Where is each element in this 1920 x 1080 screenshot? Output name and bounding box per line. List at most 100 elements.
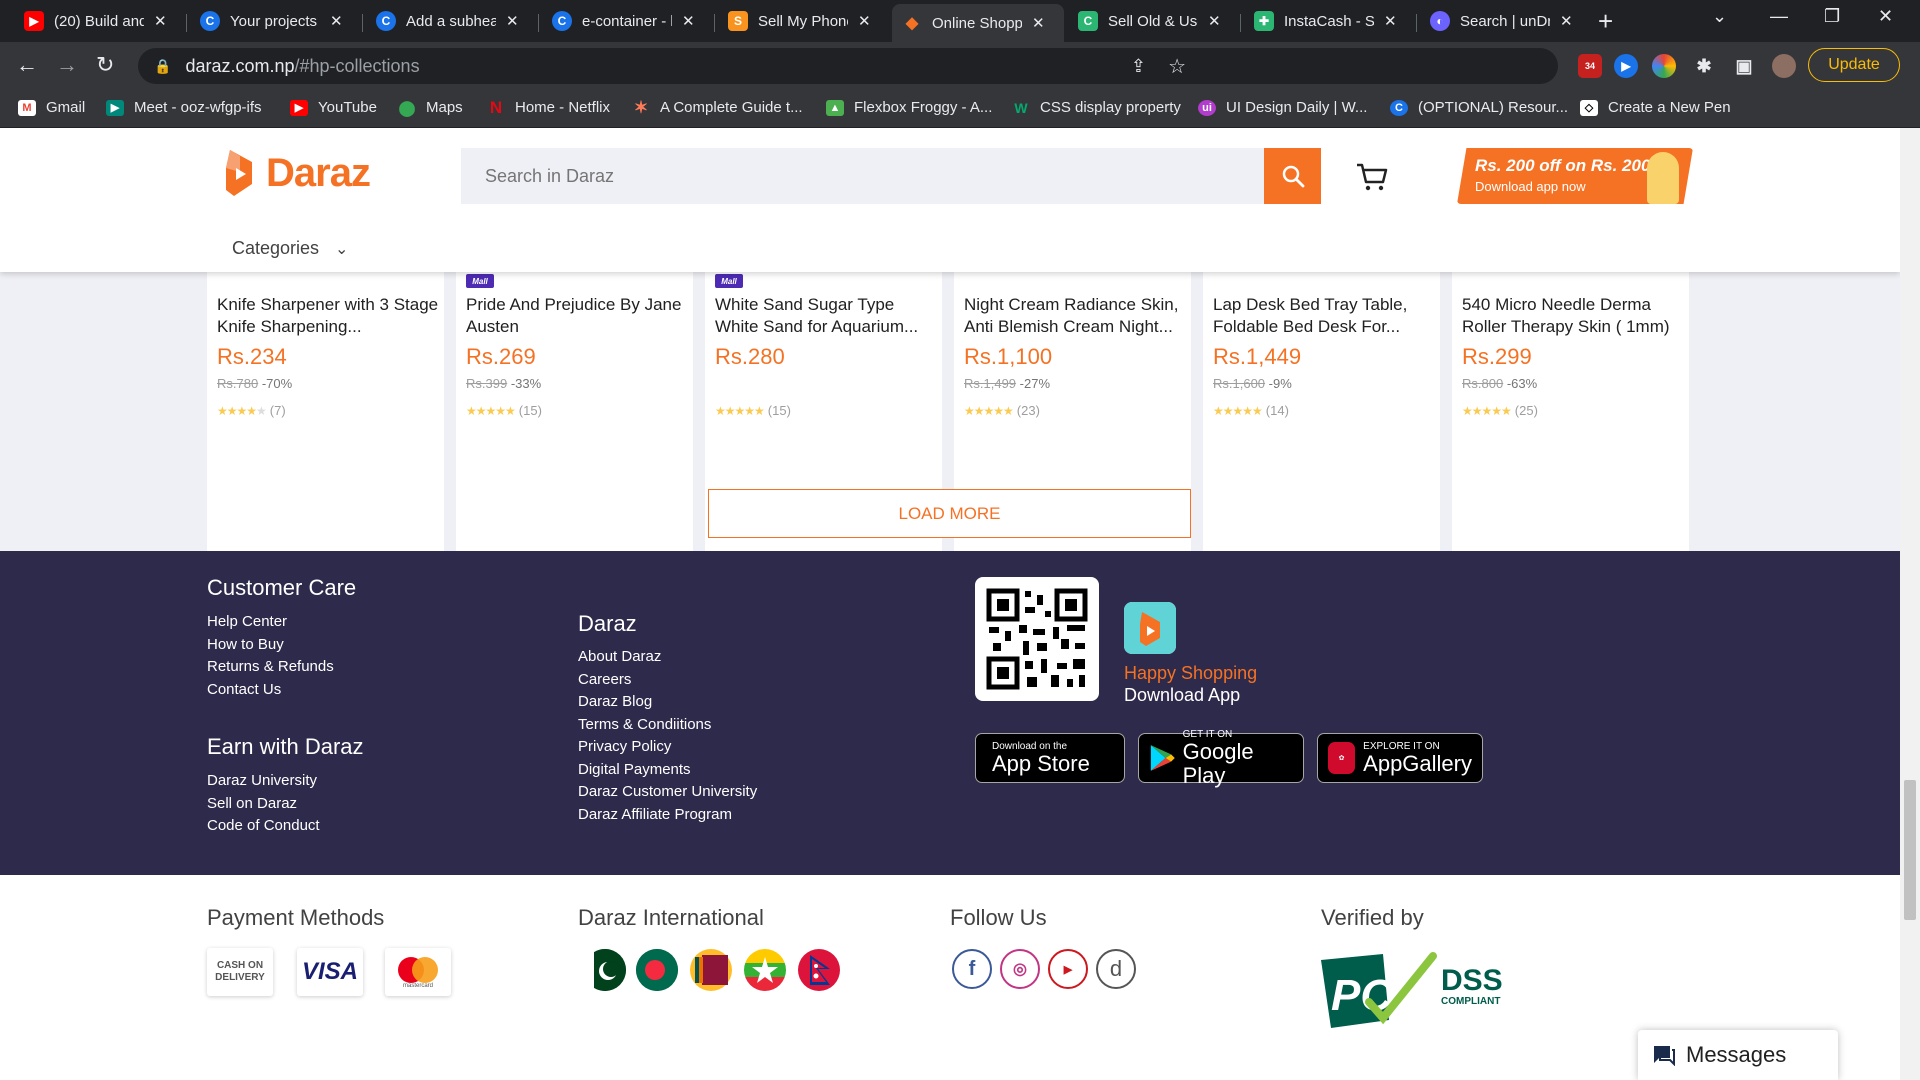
pakistan-flag-icon[interactable]: [584, 949, 626, 991]
reload-icon[interactable]: ↻: [96, 52, 114, 78]
update-button[interactable]: Update: [1808, 48, 1900, 82]
instagram-icon[interactable]: ◎: [1000, 949, 1040, 989]
gmail-icon: M: [18, 99, 36, 116]
tab-search-icon[interactable]: ⌄: [1712, 6, 1727, 27]
close-tab-icon[interactable]: ✕: [682, 12, 695, 30]
page-scrollbar[interactable]: [1900, 128, 1920, 1080]
product-rating: ★★★★★ (15): [466, 403, 542, 418]
digital-payments-link[interactable]: Digital Payments: [578, 759, 757, 782]
minimize-icon[interactable]: —: [1770, 6, 1788, 27]
restore-icon[interactable]: ❐: [1824, 6, 1840, 27]
tab-daraz[interactable]: ◆ Online Shoppi ✕: [892, 4, 1064, 42]
myanmar-flag-icon[interactable]: [744, 949, 786, 991]
url-domain: daraz.com.np: [185, 55, 295, 76]
maps-icon: ⬤: [398, 99, 416, 117]
forward-icon[interactable]: →: [56, 52, 78, 78]
bookmark-star-icon[interactable]: ☆: [1168, 54, 1186, 79]
code-of-conduct-link[interactable]: Code of Conduct: [207, 815, 320, 838]
cart-button[interactable]: [1355, 162, 1389, 197]
affiliate-program-link[interactable]: Daraz Affiliate Program: [578, 804, 757, 827]
profile-avatar[interactable]: [1772, 54, 1796, 78]
bangladesh-flag-icon[interactable]: [636, 949, 678, 991]
bookmark-maps[interactable]: ⬤ Maps: [398, 99, 463, 117]
sri-lanka-flag-icon[interactable]: [690, 949, 732, 991]
close-tab-icon[interactable]: ✕: [1560, 12, 1573, 30]
meet-extension-icon[interactable]: ▶: [1614, 54, 1638, 78]
sell-on-daraz-link[interactable]: Sell on Daraz: [207, 793, 320, 816]
google-play-button[interactable]: GET IT ON Google Play: [1138, 729, 1304, 787]
bookmark-meet[interactable]: ▶ Meet - ooz-wfgp-ifs: [106, 99, 262, 116]
side-panel-icon[interactable]: ▣: [1732, 54, 1756, 78]
bookmark-label: Meet - ooz-wfgp-ifs: [134, 99, 262, 116]
about-daraz-link[interactable]: About Daraz: [578, 646, 757, 669]
contact-us-link[interactable]: Contact Us: [207, 679, 334, 702]
nepal-flag-icon[interactable]: [798, 949, 840, 991]
ublock-extension-icon[interactable]: 34: [1578, 54, 1602, 78]
close-tab-icon[interactable]: ✕: [1208, 12, 1221, 30]
bookmark-flexbox-froggy[interactable]: ▲ Flexbox Froggy - A...: [826, 99, 992, 116]
daraz-blog-icon[interactable]: d: [1096, 949, 1136, 989]
bookmark-w3schools[interactable]: W CSS display property: [1012, 99, 1181, 116]
tab-undraw[interactable]: ◐ Search | unDra ✕: [1420, 5, 1583, 37]
careers-link[interactable]: Careers: [578, 669, 757, 692]
categories-dropdown[interactable]: Categories ⌄: [232, 238, 348, 259]
tab-youtube[interactable]: ▶ (20) Build and ✕: [14, 5, 177, 37]
tab-canva-container[interactable]: C e-container - l ✕: [542, 5, 705, 37]
close-tab-icon[interactable]: ✕: [330, 12, 343, 30]
daraz-blog-link[interactable]: Daraz Blog: [578, 691, 757, 714]
app-store-button[interactable]: Download on the App Store: [975, 733, 1125, 783]
bookmark-label: CSS display property: [1040, 99, 1181, 116]
tab-canva-projects[interactable]: C Your projects ✕: [190, 5, 353, 37]
terms-link[interactable]: Terms & Condiitions: [578, 714, 757, 737]
how-to-buy-link[interactable]: How to Buy: [207, 634, 334, 657]
search-input[interactable]: Search in Daraz: [461, 148, 1321, 204]
product-card[interactable]: Lap Desk Bed Tray Table, Foldable Bed De…: [1203, 272, 1440, 566]
extensions-puzzle-icon[interactable]: ✱: [1692, 54, 1716, 78]
product-card[interactable]: 540 Micro Needle Derma Roller Therapy Sk…: [1452, 272, 1689, 566]
product-card[interactable]: Knife Sharpener with 3 Stage Knife Sharp…: [207, 272, 444, 566]
facebook-icon[interactable]: f: [952, 949, 992, 989]
bookmark-ui-design-daily[interactable]: ui UI Design Daily | W...: [1198, 99, 1367, 116]
bookmark-gmail[interactable]: M Gmail: [18, 99, 85, 116]
color-picker-extension-icon[interactable]: [1652, 54, 1676, 78]
bookmarks-bar: M Gmail ▶ Meet - ooz-wfgp-ifs ▶ YouTube ⬤ Ma…: [0, 90, 1920, 128]
tab-sell-phone[interactable]: S Sell My Phone ✕: [718, 5, 881, 37]
site-header: Daraz Search in Daraz Rs. 200 off on Rs.…: [0, 128, 1900, 272]
close-tab-icon[interactable]: ✕: [858, 12, 871, 30]
back-icon[interactable]: ←: [16, 52, 38, 78]
close-window-icon[interactable]: ✕: [1878, 6, 1893, 27]
close-tab-icon[interactable]: ✕: [1384, 12, 1397, 30]
tab-canva-subhead[interactable]: C Add a subhead ✕: [366, 5, 529, 37]
earn-links: Daraz University Sell on Daraz Code of C…: [207, 770, 320, 838]
product-title: Lap Desk Bed Tray Table, Foldable Bed De…: [1213, 295, 1408, 336]
close-tab-icon[interactable]: ✕: [506, 12, 519, 30]
address-bar[interactable]: 🔒 daraz.com.np/#hp-collections ⇪ ☆: [138, 48, 1558, 84]
messages-chat-button[interactable]: Messages: [1638, 1030, 1838, 1080]
help-center-link[interactable]: Help Center: [207, 611, 334, 634]
bookmark-resources[interactable]: C (OPTIONAL) Resour...: [1390, 99, 1568, 116]
scrollbar-thumb[interactable]: [1904, 780, 1916, 920]
bookmark-netflix[interactable]: N Home - Netflix: [487, 98, 610, 117]
customer-university-link[interactable]: Daraz Customer University: [578, 781, 757, 804]
bookmark-youtube[interactable]: ▶ YouTube: [290, 99, 377, 116]
bookmark-css-tricks[interactable]: ✶ A Complete Guide t...: [632, 98, 803, 117]
tab-cashify[interactable]: C Sell Old & Use ✕: [1068, 5, 1231, 37]
load-more-button[interactable]: LOAD MORE: [708, 489, 1191, 538]
daraz-logo[interactable]: Daraz: [222, 148, 371, 198]
chat-icon: [1654, 1046, 1675, 1066]
share-icon[interactable]: ⇪: [1131, 56, 1146, 77]
daraz-university-link[interactable]: Daraz University: [207, 770, 320, 793]
bookmark-codepen[interactable]: ◇ Create a New Pen: [1580, 99, 1731, 116]
app-gallery-button[interactable]: ✿ EXPLORE IT ON AppGallery: [1317, 733, 1483, 783]
returns-refunds-link[interactable]: Returns & Refunds: [207, 656, 334, 679]
star-rating-icon: ★★★★★: [1462, 403, 1512, 418]
youtube-icon[interactable]: ▶: [1048, 949, 1088, 989]
privacy-policy-link[interactable]: Privacy Policy: [578, 736, 757, 759]
close-tab-icon[interactable]: ✕: [1032, 14, 1045, 32]
product-card[interactable]: Mall Pride And Prejudice By Jane Austen …: [456, 272, 693, 566]
tab-instacash[interactable]: ✚ InstaCash - Se ✕: [1244, 5, 1407, 37]
search-button[interactable]: [1264, 148, 1321, 204]
close-tab-icon[interactable]: ✕: [154, 12, 167, 30]
new-tab-button[interactable]: +: [1598, 6, 1613, 37]
download-app-promo-banner[interactable]: Rs. 200 off on Rs. 2000 Download app now: [1457, 148, 1693, 204]
